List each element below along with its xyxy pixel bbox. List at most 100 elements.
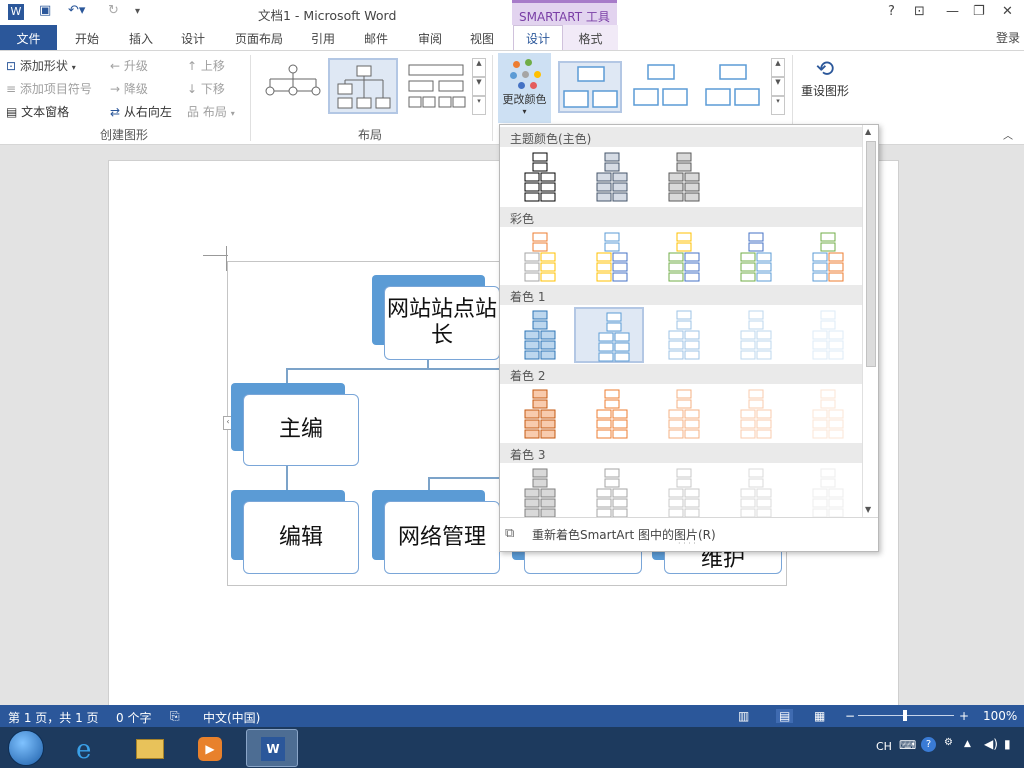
tray-settings-icon[interactable]: ⚙ bbox=[944, 737, 953, 748]
input-language[interactable]: CH bbox=[876, 740, 892, 753]
move-up-button[interactable]: ↑ 上移 bbox=[187, 57, 225, 74]
color-scheme-option[interactable] bbox=[502, 307, 572, 363]
ribbon-display-icon[interactable]: ⊡ bbox=[914, 4, 925, 19]
proofing-icon[interactable]: ⎘ bbox=[170, 709, 180, 724]
minimize-icon[interactable]: — bbox=[946, 4, 959, 19]
tab-page-layout[interactable]: 页面布局 bbox=[235, 30, 283, 47]
reset-graphic-button[interactable]: ⟲ 重设图形 bbox=[800, 57, 850, 99]
word-count[interactable]: 0 个字 bbox=[116, 709, 151, 726]
layout-option-circle-hierarchy[interactable] bbox=[257, 58, 327, 114]
close-icon[interactable]: ✕ bbox=[1002, 4, 1013, 19]
add-shape-button[interactable]: ⊡ 添加形状 ▾ bbox=[6, 57, 76, 74]
taskbar-explorer[interactable] bbox=[124, 729, 176, 767]
right-to-left-button[interactable]: ⇄ 从右向左 bbox=[110, 103, 172, 120]
color-scheme-option[interactable] bbox=[790, 386, 860, 442]
color-scheme-option[interactable] bbox=[646, 307, 716, 363]
style-gallery-more[interactable]: ▾ bbox=[771, 96, 785, 115]
start-button[interactable] bbox=[8, 730, 44, 766]
network-icon[interactable]: ▮ bbox=[1004, 737, 1011, 751]
tab-review[interactable]: 审阅 bbox=[418, 30, 442, 47]
scroll-thumb[interactable] bbox=[866, 141, 876, 367]
add-bullet-button[interactable]: ≡ 添加项目符号 bbox=[6, 80, 92, 97]
web-layout-icon[interactable]: ▦ bbox=[814, 709, 825, 723]
color-scheme-option[interactable] bbox=[502, 149, 572, 205]
color-scheme-option[interactable] bbox=[646, 149, 716, 205]
zoom-level[interactable]: 100% bbox=[983, 709, 1017, 723]
tab-smartart-format[interactable]: 格式 bbox=[563, 25, 618, 50]
layout-option-org-chart-selected[interactable] bbox=[328, 58, 398, 114]
tab-mailings[interactable]: 邮件 bbox=[364, 30, 388, 47]
show-hidden-icons[interactable]: ▲ bbox=[964, 739, 971, 749]
tab-references[interactable]: 引用 bbox=[311, 30, 335, 47]
taskbar-word-active[interactable]: W bbox=[246, 729, 298, 767]
color-scheme-option[interactable] bbox=[646, 229, 716, 285]
add-shape-icon: ⊡ bbox=[6, 59, 17, 73]
print-layout-icon[interactable]: ▤ bbox=[776, 709, 794, 723]
read-mode-icon[interactable]: ▥ bbox=[738, 709, 749, 723]
tab-smartart-design[interactable]: 设计 bbox=[513, 25, 563, 51]
layout-option-horizontal-hierarchy[interactable] bbox=[400, 58, 470, 114]
color-scheme-option[interactable] bbox=[574, 386, 644, 442]
volume-icon[interactable]: ◀) bbox=[984, 737, 998, 751]
scroll-down-icon[interactable]: ▼ bbox=[865, 505, 871, 514]
save-icon[interactable]: ▣ bbox=[39, 3, 51, 18]
resize-grip[interactable]: · · · · bbox=[678, 539, 696, 548]
panel-scrollbar[interactable]: ▲ ▼ bbox=[862, 125, 879, 517]
layout-gallery-more[interactable]: ▾ bbox=[472, 96, 486, 115]
color-scheme-option[interactable] bbox=[502, 465, 572, 517]
tab-insert[interactable]: 插入 bbox=[129, 30, 153, 47]
redo-icon[interactable]: ↻ bbox=[108, 3, 119, 18]
help-icon[interactable]: ? bbox=[888, 4, 895, 19]
zoom-in-icon[interactable]: + bbox=[959, 709, 969, 723]
layout-dropdown-button[interactable]: 品 布局 ▾ bbox=[187, 103, 235, 120]
smartart-style-option-selected[interactable] bbox=[558, 61, 622, 113]
color-scheme-option[interactable] bbox=[502, 386, 572, 442]
tab-home[interactable]: 开始 bbox=[75, 30, 99, 47]
color-scheme-option[interactable] bbox=[502, 229, 572, 285]
color-scheme-option[interactable] bbox=[718, 465, 788, 517]
page-count[interactable]: 第 1 页，共 1 页 bbox=[8, 709, 99, 726]
restore-icon[interactable]: ❐ bbox=[973, 4, 985, 19]
tab-view[interactable]: 视图 bbox=[470, 30, 494, 47]
smartart-style-option[interactable] bbox=[630, 61, 694, 113]
color-scheme-option[interactable] bbox=[574, 149, 644, 205]
undo-icon[interactable]: ↶▾ bbox=[68, 3, 85, 18]
demote-button[interactable]: → 降级 bbox=[110, 80, 148, 97]
keyboard-icon[interactable]: ⌨ bbox=[899, 738, 916, 752]
scroll-up-icon[interactable]: ▲ bbox=[865, 127, 871, 136]
layout-gallery-scroll-down[interactable]: ▼ bbox=[472, 77, 486, 96]
recolor-pictures-option[interactable]: ⧉ 重新着色SmartArt 图中的图片(R) · · · · bbox=[500, 517, 878, 551]
language-indicator[interactable]: 中文(中国) bbox=[203, 709, 260, 726]
change-colors-button[interactable]: 更改颜色 ▾ bbox=[498, 53, 551, 123]
color-scheme-option[interactable] bbox=[574, 229, 644, 285]
color-scheme-option[interactable] bbox=[574, 465, 644, 517]
color-scheme-option[interactable] bbox=[646, 386, 716, 442]
promote-button[interactable]: ← 升级 bbox=[110, 57, 148, 74]
collapse-ribbon-icon[interactable]: ︿ bbox=[1003, 127, 1013, 142]
layout-gallery-scroll-up[interactable]: ▲ bbox=[472, 58, 486, 77]
color-scheme-option[interactable] bbox=[718, 307, 788, 363]
color-scheme-option[interactable] bbox=[790, 307, 860, 363]
customize-toolbar-icon[interactable]: ▾ bbox=[135, 6, 140, 17]
login-link[interactable]: 登录 bbox=[996, 29, 1020, 46]
color-scheme-option[interactable] bbox=[790, 465, 860, 517]
style-gallery-scroll-down[interactable]: ▼ bbox=[771, 77, 785, 96]
style-gallery-scroll-up[interactable]: ▲ bbox=[771, 58, 785, 77]
word-app-icon[interactable]: W bbox=[8, 4, 24, 20]
color-scheme-option[interactable] bbox=[718, 386, 788, 442]
help-tray-icon[interactable]: ? bbox=[921, 737, 936, 752]
taskbar-ie[interactable]: e bbox=[64, 729, 116, 767]
zoom-out-icon[interactable]: − bbox=[845, 709, 855, 723]
color-scheme-option[interactable] bbox=[790, 229, 860, 285]
color-scheme-option[interactable] bbox=[574, 307, 644, 363]
tab-file[interactable]: 文件 bbox=[0, 25, 57, 50]
color-scheme-option[interactable] bbox=[646, 465, 716, 517]
text-pane-button[interactable]: ▤ 文本窗格 bbox=[6, 103, 69, 120]
smartart-style-option[interactable] bbox=[702, 61, 766, 113]
color-scheme-option[interactable] bbox=[718, 229, 788, 285]
tab-design[interactable]: 设计 bbox=[181, 30, 205, 47]
crop-mark bbox=[203, 255, 228, 256]
zoom-slider-thumb[interactable] bbox=[903, 710, 907, 721]
taskbar-media-player[interactable]: ▶ bbox=[184, 729, 236, 767]
move-down-button[interactable]: ↓ 下移 bbox=[187, 80, 225, 97]
